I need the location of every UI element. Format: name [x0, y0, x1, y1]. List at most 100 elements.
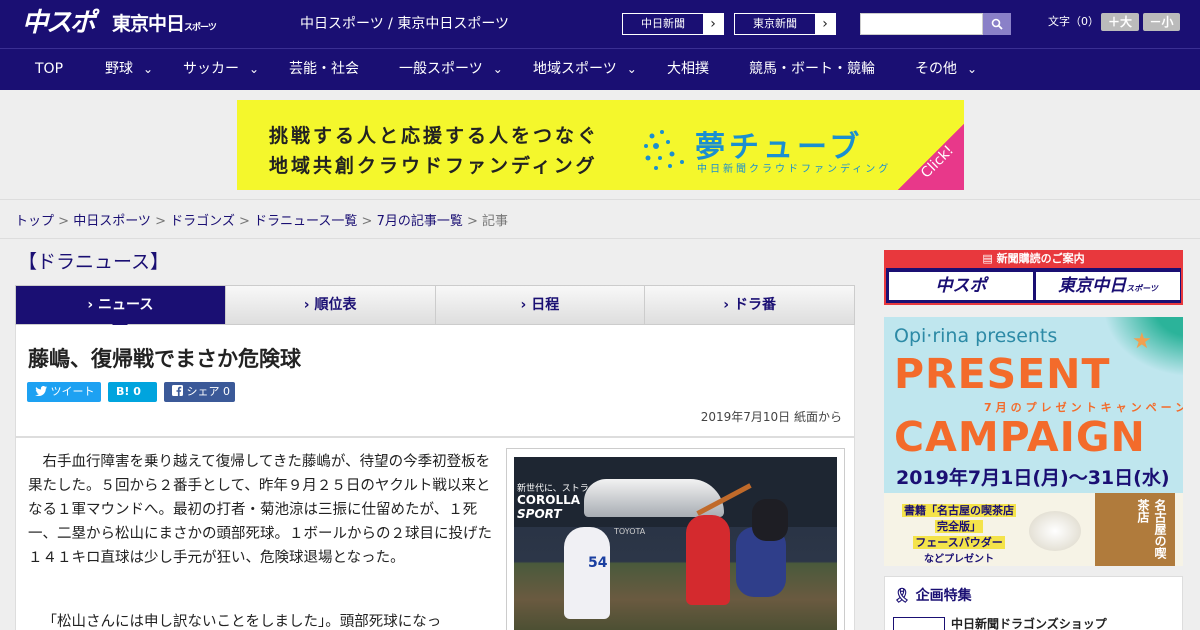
- article-title: 藤嶋、復帰戦でまさか危険球: [28, 347, 301, 371]
- search-input[interactable]: [860, 13, 983, 35]
- nav-item-soccer[interactable]: サッカー ⌄: [183, 49, 259, 91]
- chevron-right-icon: ›: [703, 14, 723, 34]
- chevron-down-icon: ⌄: [249, 62, 260, 76]
- ad-campaign: CAMPAIGN: [894, 413, 1146, 461]
- photo-umpire: [752, 499, 788, 541]
- nav-item-label: その他: [915, 61, 957, 77]
- ad-present: PRESENT: [894, 350, 1111, 398]
- subscribe-tokyo-chunichi-button[interactable]: 東京中日スポーツ: [1036, 272, 1180, 300]
- font-size-up-button[interactable]: ＋大: [1101, 13, 1139, 31]
- logo-tokyo-chunichi-text: 東京中日: [112, 13, 185, 35]
- breadcrumb-separator: >: [357, 214, 377, 229]
- article-photo: 新世代に、ストライク! COROLLA SPORT TOYOTA 54: [514, 457, 837, 630]
- face-powder-image: [1029, 511, 1081, 551]
- nav-item-local-sports[interactable]: 地域スポーツ ⌄: [533, 49, 637, 91]
- logo-chuspo[interactable]: 中スポ: [22, 5, 96, 41]
- book-image: 名古屋の喫茶店: [1095, 493, 1175, 566]
- subscribe-tokyo-chunichi-small: スポーツ: [1126, 284, 1158, 293]
- tokyo-shimbun-label: 東京新聞: [735, 14, 815, 34]
- subscription-guide[interactable]: ▤ 新聞購読のご案内 中スポ 東京中日スポーツ: [884, 250, 1183, 305]
- category-tabs: › ニュース › 順位表 › 日程 › ドラ番: [15, 285, 855, 332]
- nav-item-racing[interactable]: 競馬・ボート・競輪: [749, 49, 875, 91]
- chevron-down-icon: ⌄: [143, 62, 154, 76]
- nav-item-label: 芸能・社会: [289, 61, 359, 77]
- facebook-share-label: シェア 0: [186, 385, 231, 398]
- photo-pitcher: [564, 527, 610, 619]
- ad-product-note: 書籍「名古屋の喫茶店 完全版」 フェースパウダー などプレゼント: [896, 503, 1022, 566]
- site-header: 中スポ 東京中日スポーツ 中日スポーツ / 東京中日スポーツ 中日新聞 › 東京…: [0, 0, 1200, 48]
- site-name: 中日スポーツ / 東京中日スポーツ: [300, 16, 510, 32]
- photo-ad-text: COROLLA: [517, 493, 581, 507]
- nav-item-label: 競馬・ボート・競輪: [749, 61, 875, 77]
- article-paragraph: 右手血行障害を乗り越えて復帰してきた藤嶋が、待望の今季初登板を果たした。５回から…: [28, 454, 492, 566]
- photo-ad-text: TOYOTA: [614, 527, 646, 536]
- article-header: 藤嶋、復帰戦でまさか危険球 ツイート B! 0 シェア 0 2019年7月10日…: [15, 325, 855, 437]
- feature-item-dragons-shop[interactable]: 中日新聞ドラゴンズショップ: [951, 615, 1107, 630]
- breadcrumb-separator: >: [462, 214, 483, 229]
- breadcrumb-link-news-list[interactable]: ドラニュース一覧: [254, 214, 357, 229]
- breadcrumb-current: 記事: [482, 214, 509, 229]
- hatena-bookmark-button[interactable]: B! 0: [108, 382, 157, 402]
- tweet-button[interactable]: ツイート: [27, 382, 101, 402]
- logo-tokyo-chunichi[interactable]: 東京中日スポーツ: [112, 12, 217, 40]
- nav-item-label: TOP: [35, 61, 64, 77]
- ad-brand: Opi·rina presents: [894, 325, 1058, 347]
- breadcrumb-separator: >: [54, 214, 74, 229]
- ad-note-line: 書籍「名古屋の喫茶店: [902, 504, 1016, 517]
- nav-item-others[interactable]: その他 ⌄: [915, 49, 977, 91]
- ad-products: 書籍「名古屋の喫茶店 完全版」 フェースパウダー などプレゼント 名古屋の喫茶店: [884, 493, 1183, 566]
- chunichi-shimbun-label: 中日新聞: [623, 14, 703, 34]
- chevron-down-icon: ⌄: [967, 62, 978, 76]
- crowdfunding-banner[interactable]: 挑戦する人と応援する人をつなぐ 地域共創クラウドファンディング 夢チューブ 中日…: [237, 100, 964, 190]
- search-button[interactable]: [983, 13, 1011, 35]
- article-body: 右手血行障害を乗り越えて復帰してきた藤嶋が、待望の今季初登板を果たした。５回から…: [15, 437, 855, 630]
- tab-standings[interactable]: › 順位表: [225, 286, 436, 324]
- present-campaign-ad[interactable]: ★ Opi·rina presents PRESENT 7月のプレゼントキャンペ…: [884, 317, 1183, 566]
- breadcrumb-link-july[interactable]: 7月の記事一覧: [377, 214, 463, 229]
- twitter-icon: [35, 386, 47, 396]
- search-icon: [991, 18, 1003, 30]
- banner-sub: 中日新聞クラウドファンディング: [697, 164, 892, 175]
- facebook-icon: [172, 385, 183, 396]
- nav-item-general-sports[interactable]: 一般スポーツ ⌄: [399, 49, 503, 91]
- breadcrumb-link-chuspo[interactable]: 中日スポーツ: [73, 214, 151, 229]
- nav-item-label: 大相撲: [667, 61, 709, 77]
- breadcrumb-link-dragons[interactable]: ドラゴンズ: [170, 214, 235, 229]
- ad-note-line: などプレゼント: [924, 554, 994, 565]
- feature-title-label: 企画特集: [915, 588, 972, 604]
- feature-thumbnail[interactable]: [893, 617, 945, 630]
- ad-note-line: フェースパウダー: [913, 536, 1005, 549]
- chevron-down-icon: ⌄: [492, 62, 503, 76]
- nav-item-sumo[interactable]: 大相撲: [667, 49, 709, 91]
- article-date: 2019年7月10日 紙面から: [700, 410, 842, 424]
- tweet-label: ツイート: [50, 385, 95, 398]
- chevron-down-icon: ⌄: [626, 62, 637, 76]
- global-nav: TOP 野球 ⌄ サッカー ⌄ 芸能・社会 一般スポーツ ⌄ 地域スポーツ ⌄ 大相撲 …: [0, 48, 1200, 90]
- tab-reporter[interactable]: › ドラ番: [645, 286, 854, 324]
- nav-item-top[interactable]: TOP: [35, 49, 63, 91]
- banner-line2: 地域共創クラウドファンディング: [269, 155, 598, 177]
- ad-note-line: 完全版」: [935, 520, 983, 533]
- chunichi-shimbun-link[interactable]: 中日新聞 ›: [622, 13, 724, 35]
- subscribe-chuspo-button[interactable]: 中スポ: [889, 272, 1033, 300]
- subscription-guide-header: ▤ 新聞購読のご案内: [884, 250, 1183, 268]
- breadcrumb: トップ > 中日スポーツ > ドラゴンズ > ドラニュース一覧 > 7月の記事一…: [15, 210, 508, 229]
- chevron-right-icon: ›: [815, 14, 835, 34]
- subscribe-tokyo-chunichi-label: 東京中日: [1058, 276, 1127, 296]
- subscription-guide-label: 新聞購読のご案内: [996, 252, 1085, 265]
- section-title: 【ドラニュース】: [18, 251, 170, 273]
- font-size-label: 文字（0）: [1048, 15, 1099, 28]
- tokyo-shimbun-link[interactable]: 東京新聞 ›: [734, 13, 836, 35]
- breadcrumb-link-top[interactable]: トップ: [15, 214, 54, 229]
- nav-item-baseball[interactable]: 野球 ⌄: [105, 49, 153, 91]
- tab-schedule[interactable]: › 日程: [435, 286, 646, 324]
- nav-item-label: 一般スポーツ: [399, 61, 483, 77]
- nav-item-entertainment[interactable]: 芸能・社会: [289, 49, 359, 91]
- article-photo-frame[interactable]: 新世代に、ストライク! COROLLA SPORT TOYOTA 54: [506, 448, 845, 630]
- tab-news[interactable]: › ニュース: [16, 286, 226, 332]
- font-size-down-button[interactable]: －小: [1143, 13, 1180, 31]
- banner-click-corner[interactable]: Click!: [898, 124, 964, 190]
- facebook-share-button[interactable]: シェア 0: [164, 382, 235, 402]
- dots-icon: [644, 130, 684, 170]
- banner-line1: 挑戦する人と応援する人をつなぐ: [269, 125, 600, 147]
